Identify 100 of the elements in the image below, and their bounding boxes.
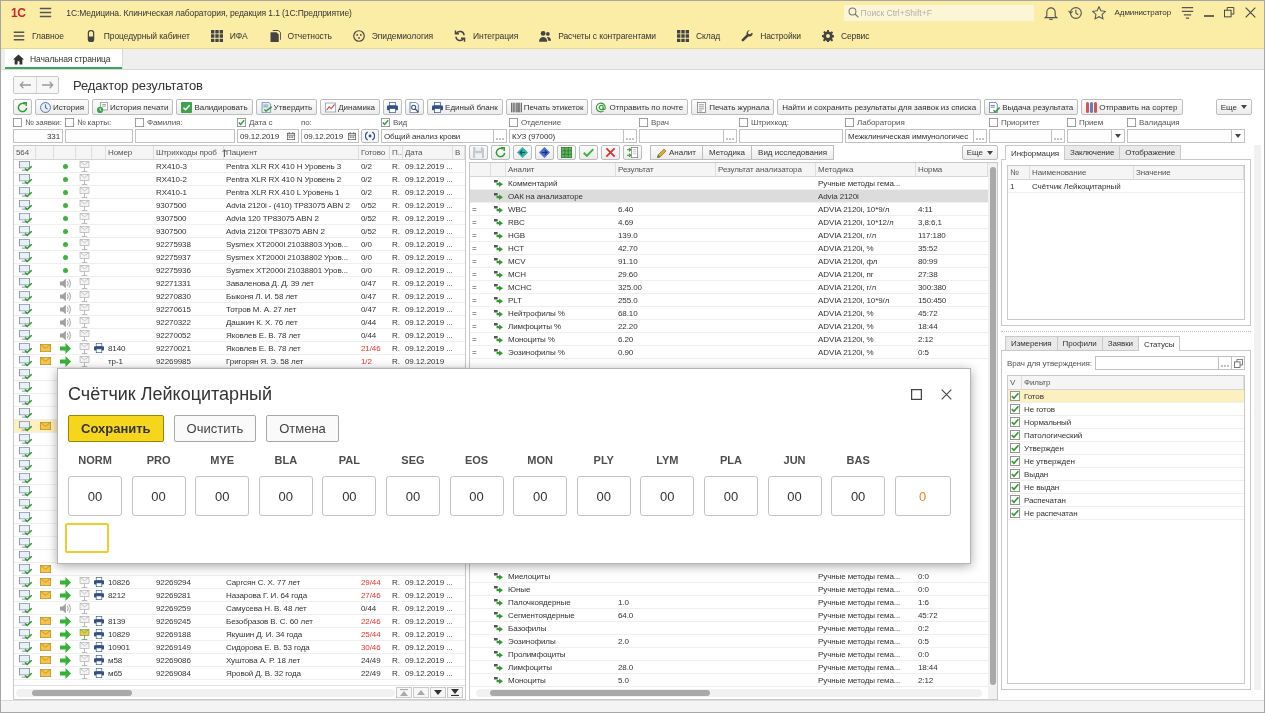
section-link[interactable]: Процедурный кабинет bbox=[84, 30, 190, 42]
toolbar-button[interactable]: История печати bbox=[92, 99, 174, 115]
filter-field[interactable] bbox=[639, 129, 737, 143]
table-row[interactable]: 10826 92269294 Саргсян С. Х. 77 лет 29/44 R. 09.12.2019 ... bbox=[14, 576, 465, 589]
dropdown-button[interactable] bbox=[1111, 130, 1124, 142]
table-row[interactable]: 92271331 Заваленова Д. Д. 39 лет 0/47 R. 09.12.2019 ... bbox=[14, 277, 465, 290]
column-header[interactable]: V bbox=[1010, 378, 1016, 387]
panel-tab[interactable]: Измерения bbox=[1005, 336, 1058, 350]
dialog-button[interactable]: Сохранить bbox=[68, 415, 164, 442]
column-header[interactable]: Значение bbox=[1136, 168, 1171, 177]
dialog-button[interactable]: Очистить bbox=[173, 415, 257, 442]
table-row[interactable]: м58 92269086 Хуштова А. Р. 18 лет 24/49 R. 09.12.2019 ... bbox=[14, 654, 465, 667]
history-icon[interactable] bbox=[1067, 5, 1082, 20]
close-icon[interactable] bbox=[941, 388, 952, 400]
panel-tab[interactable]: Заключение bbox=[1064, 145, 1121, 159]
filter-row[interactable]: Выдан bbox=[1008, 468, 1244, 481]
filter-row[interactable]: Не утвержден bbox=[1008, 455, 1244, 468]
counter-field[interactable]: 00 bbox=[831, 476, 886, 516]
column-header[interactable]: Методика bbox=[818, 165, 854, 174]
filter-row[interactable]: Патологический bbox=[1008, 429, 1244, 442]
table-row[interactable]: Эозинофилы 2.0 Ручные методы гема... 0:5 bbox=[470, 635, 988, 648]
column-header[interactable]: П.. bbox=[392, 148, 402, 157]
lines-icon[interactable] bbox=[1181, 6, 1194, 19]
table-row[interactable]: = Нейтрофилы % 68.10 ADVIA 2120i, % 45:72 bbox=[470, 307, 988, 320]
checkbox[interactable] bbox=[237, 118, 246, 127]
table-row[interactable]: Юные Ручные методы гема... 0:0 bbox=[470, 583, 988, 596]
toolbar-button[interactable]: Выдача результата bbox=[984, 99, 1079, 115]
checkbox[interactable] bbox=[1010, 417, 1020, 427]
checkbox[interactable] bbox=[739, 118, 748, 127]
section-link[interactable]: ИФА bbox=[210, 30, 248, 42]
period-button[interactable] bbox=[361, 129, 379, 143]
filter-field[interactable]: 09.12.2019 bbox=[301, 129, 359, 143]
table-row[interactable]: Миелоциты Ручные методы гема... 0:0 bbox=[470, 570, 988, 583]
table-row[interactable]: 92270322 Дашкин К. Х. 76 лет 0/44 R. 09.12.2019 ... bbox=[14, 316, 465, 329]
table-row[interactable]: 9307500 Advia 2120i TP83075 ABN 2 0/52 R. 09.12.2019 ... bbox=[14, 225, 465, 238]
filter-field[interactable]: Общий анализ крови bbox=[381, 129, 507, 143]
last-button[interactable] bbox=[447, 687, 463, 698]
column-header[interactable]: Результат bbox=[618, 165, 654, 174]
filter-field[interactable] bbox=[65, 129, 133, 143]
filter-field[interactable]: Межклиническая иммунологичес bbox=[845, 129, 987, 143]
checkbox[interactable] bbox=[381, 118, 390, 127]
vertical-scrollbar[interactable] bbox=[988, 163, 997, 699]
filter-row[interactable]: Распечатан bbox=[1008, 494, 1244, 507]
column-header[interactable]: Пациент bbox=[226, 148, 258, 157]
table-row[interactable]: м65 92269084 Яровой Д. В. 32 года 22/49 R. 09.12.2019 ... bbox=[14, 667, 465, 680]
section-link[interactable]: Расчеты с контрагентами bbox=[539, 30, 656, 42]
column-header[interactable]: Норма bbox=[918, 165, 943, 174]
section-link[interactable]: Склад bbox=[677, 30, 721, 42]
counter-field[interactable]: 00 bbox=[513, 476, 568, 516]
checkbox[interactable] bbox=[1010, 469, 1020, 479]
table-row[interactable]: = RBC 4.69 ADVIA 2120i, 10*12/л 3,8:6,1 bbox=[470, 216, 988, 229]
more-button[interactable]: Еще bbox=[961, 145, 998, 160]
choice-button[interactable] bbox=[723, 130, 736, 142]
table-row[interactable]: 92269259 Самусева Н. В. 48 лет 0/44 R. 09.12.2019 ... bbox=[14, 602, 465, 615]
filter-row[interactable]: Не выдан bbox=[1008, 481, 1244, 494]
filter-row[interactable]: Не готов bbox=[1008, 403, 1244, 416]
column-header[interactable]: Результат анализатора bbox=[718, 165, 802, 174]
toolbar-button[interactable] bbox=[513, 145, 532, 160]
table-row[interactable]: 92275938 Sysmex XT2000i 21038803 Уров... 0/0 R. 09.12.2019 ... bbox=[14, 238, 465, 251]
counter-field[interactable]: 00 bbox=[385, 476, 440, 516]
counter-field[interactable]: 00 bbox=[322, 476, 377, 516]
table-row[interactable]: 92270830 Быконя Л. И. 58 лет 0/47 R. 09.12.2019 ... bbox=[14, 290, 465, 303]
minimize-icon[interactable] bbox=[1204, 14, 1214, 17]
table-row[interactable]: 8212 92269281 Назарова Г. И. 64 года 27/46 R. 09.12.2019 ... bbox=[14, 589, 465, 602]
table-row[interactable]: 92270615 Тотров М. А. 27 лет 0/47 R. 09.12.2019 ... bbox=[14, 303, 465, 316]
scrollbar-thumb[interactable] bbox=[989, 167, 996, 685]
restore-icon[interactable] bbox=[1224, 7, 1235, 18]
table-row[interactable]: 9307500 Advia 2120i - (410) TP83075 ABN 2 0/52 R. 09.12.2019 ... bbox=[14, 199, 465, 212]
checkbox[interactable] bbox=[1127, 118, 1136, 127]
scrollbar-thumb[interactable] bbox=[32, 689, 132, 696]
table-row[interactable]: Моноциты 5.0 Ручные методы гема... 2:12 bbox=[470, 674, 988, 687]
checkbox[interactable] bbox=[135, 118, 144, 127]
toolbar-button[interactable]: Отправить на сортер bbox=[1081, 99, 1183, 115]
forward-button[interactable] bbox=[36, 77, 58, 93]
checkbox[interactable] bbox=[1010, 443, 1020, 453]
column-header[interactable]: В bbox=[455, 148, 461, 157]
first-button[interactable] bbox=[396, 687, 412, 698]
table-row[interactable]: 92275936 Sysmex XT2000i 21038801 Уров... 0/0 R. 09.12.2019 ... bbox=[14, 264, 465, 277]
column-header[interactable]: Дата bbox=[405, 148, 423, 157]
panel-tab[interactable]: Отображение bbox=[1119, 145, 1182, 159]
toolbar-button[interactable]: Утвердить bbox=[255, 99, 318, 115]
choice-button[interactable] bbox=[1218, 357, 1231, 369]
filter-field[interactable]: 331 bbox=[13, 129, 63, 143]
choice-button[interactable] bbox=[973, 130, 986, 142]
panel-tab[interactable]: Информация bbox=[1005, 145, 1065, 160]
toolbar-button[interactable]: Аналит bbox=[650, 145, 703, 160]
filter-field[interactable]: 09.12.2019 bbox=[237, 129, 299, 143]
choice-button[interactable] bbox=[1051, 130, 1064, 142]
down-button[interactable] bbox=[430, 687, 446, 698]
counter-field[interactable]: 00 bbox=[195, 476, 250, 516]
table-row[interactable]: 9307500 Advia 120 TP83075 ABN 2 0/52 R. 09.12.2019 ... bbox=[14, 212, 465, 225]
toolbar-button[interactable]: Единый бланк bbox=[427, 99, 503, 115]
checkbox[interactable] bbox=[13, 118, 22, 127]
table-row[interactable]: Базофилы Ручные методы гема... 0:2 bbox=[470, 622, 988, 635]
maximize-icon[interactable] bbox=[911, 388, 922, 400]
table-row[interactable]: ОАК на анализаторе Advia 2120i bbox=[470, 190, 988, 203]
filter-field[interactable]: КУЗ (97000) bbox=[509, 129, 637, 143]
user-name[interactable]: Администратор bbox=[1114, 8, 1171, 17]
doctor-field[interactable] bbox=[1094, 356, 1245, 370]
checkbox[interactable] bbox=[1010, 430, 1020, 440]
